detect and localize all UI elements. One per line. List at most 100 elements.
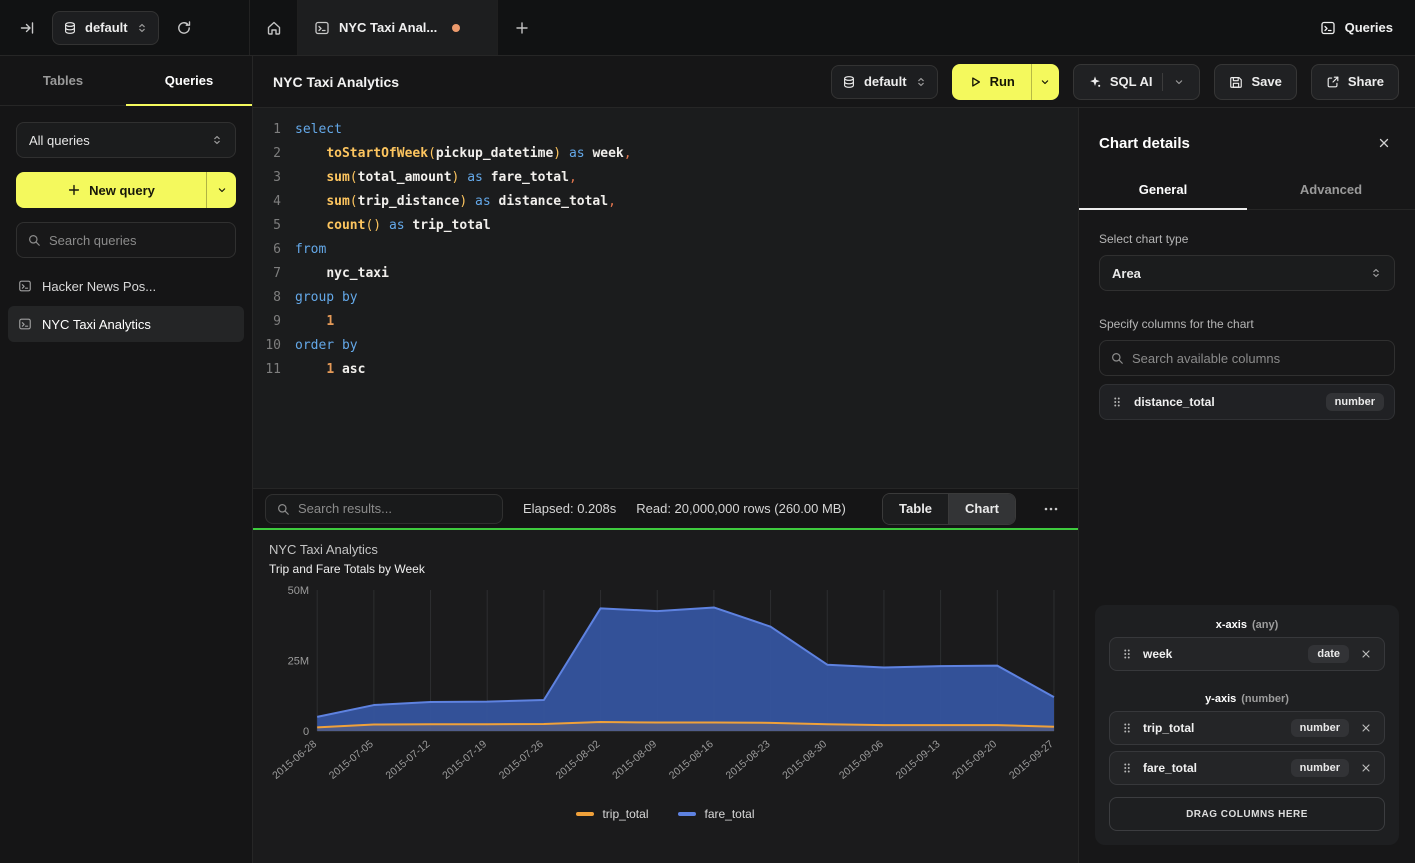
y-axis-item-fare-total[interactable]: fare_total number bbox=[1109, 751, 1385, 785]
new-query-split-button: New query bbox=[16, 172, 236, 208]
svg-text:2015-07-12: 2015-07-12 bbox=[384, 738, 433, 782]
sql-ai-button[interactable]: SQL AI bbox=[1073, 64, 1201, 100]
results-search-input[interactable] bbox=[298, 501, 492, 516]
svg-text:2015-07-26: 2015-07-26 bbox=[497, 738, 546, 782]
share-label: Share bbox=[1348, 74, 1384, 89]
page-title: NYC Taxi Analytics bbox=[273, 74, 399, 90]
updown-chevrons-icon bbox=[136, 22, 148, 34]
query-search bbox=[16, 222, 236, 258]
drag-columns-drop-zone[interactable]: DRAG COLUMNS HERE bbox=[1109, 797, 1385, 831]
header-actions: default Run bbox=[831, 64, 1399, 100]
database-icon bbox=[63, 21, 77, 35]
svg-text:2015-08-02: 2015-08-02 bbox=[554, 738, 603, 782]
query-database-selector[interactable]: default bbox=[831, 65, 938, 99]
query-list-item-hacker-news[interactable]: Hacker News Pos... bbox=[8, 268, 244, 304]
home-tab[interactable] bbox=[250, 0, 298, 55]
remove-column-button[interactable] bbox=[1358, 646, 1374, 662]
legend-item-fare_total[interactable]: fare_total bbox=[678, 807, 754, 821]
drag-handle-icon[interactable] bbox=[1110, 395, 1124, 409]
search-icon bbox=[27, 233, 41, 247]
tab-nyc-taxi-analytics[interactable]: NYC Taxi Anal... bbox=[298, 0, 498, 55]
svg-text:2015-06-28: 2015-06-28 bbox=[270, 738, 319, 782]
run-label: Run bbox=[990, 74, 1015, 89]
topbar-database-selector[interactable]: default bbox=[52, 11, 159, 45]
chevron-down-icon bbox=[216, 184, 228, 196]
chart-details-tabs: General Advanced bbox=[1079, 170, 1415, 210]
elapsed-stat: Elapsed: 0.208s bbox=[523, 501, 616, 516]
query-list-item-nyc-taxi[interactable]: NYC Taxi Analytics bbox=[8, 306, 244, 342]
svg-text:2015-08-09: 2015-08-09 bbox=[610, 738, 659, 782]
svg-text:2015-09-20: 2015-09-20 bbox=[950, 738, 999, 782]
sidebar-content: All queries New query bbox=[0, 106, 252, 266]
sql-ai-label: SQL AI bbox=[1110, 74, 1153, 89]
more-options-button[interactable] bbox=[1036, 494, 1066, 524]
results-search bbox=[265, 494, 503, 524]
column-name: fare_total bbox=[1143, 761, 1282, 775]
svg-text:50M: 50M bbox=[288, 585, 309, 597]
queries-button-label: Queries bbox=[1345, 20, 1393, 35]
results-toolbar: Elapsed: 0.208s Read: 20,000,000 rows (2… bbox=[253, 488, 1078, 528]
tab-general[interactable]: General bbox=[1079, 170, 1247, 209]
drag-handle-icon[interactable] bbox=[1120, 647, 1134, 661]
query-filter-value: All queries bbox=[29, 133, 90, 148]
save-label: Save bbox=[1251, 74, 1281, 89]
view-toggle-chart[interactable]: Chart bbox=[948, 494, 1015, 524]
svg-text:2015-07-19: 2015-07-19 bbox=[440, 738, 489, 782]
save-button[interactable]: Save bbox=[1214, 64, 1296, 100]
columns-search-input[interactable] bbox=[1132, 351, 1384, 366]
share-button[interactable]: Share bbox=[1311, 64, 1399, 100]
drag-handle-icon[interactable] bbox=[1120, 721, 1134, 735]
query-item-label: Hacker News Pos... bbox=[42, 279, 156, 294]
query-filter-select[interactable]: All queries bbox=[16, 122, 236, 158]
sql-editor[interactable]: 1select2 toStartOfWeek(pickup_datetime) … bbox=[253, 108, 1078, 488]
close-panel-button[interactable] bbox=[1373, 132, 1395, 154]
sidebar-tab-queries[interactable]: Queries bbox=[126, 56, 252, 105]
svg-text:25M: 25M bbox=[288, 656, 309, 668]
updown-chevrons-icon bbox=[1370, 267, 1382, 279]
new-query-button[interactable]: New query bbox=[16, 172, 206, 208]
remove-column-button[interactable] bbox=[1358, 720, 1374, 736]
chart-details-title: Chart details bbox=[1099, 135, 1190, 152]
collapse-sidebar-button[interactable] bbox=[12, 13, 42, 43]
new-query-label: New query bbox=[89, 183, 155, 198]
sidebar-tabs: Tables Queries bbox=[0, 56, 252, 106]
queries-button[interactable]: Queries bbox=[1320, 20, 1393, 36]
chart-canvas: 025M50M2015-06-282015-07-052015-07-12201… bbox=[269, 584, 1062, 799]
query-search-input[interactable] bbox=[49, 233, 225, 248]
remove-column-button[interactable] bbox=[1358, 760, 1374, 776]
refresh-button[interactable] bbox=[169, 13, 199, 43]
column-type-badge: number bbox=[1291, 759, 1349, 777]
divider bbox=[1162, 73, 1163, 91]
close-icon bbox=[1360, 648, 1372, 660]
x-axis-item-week[interactable]: week date bbox=[1109, 637, 1385, 671]
view-toggle-table[interactable]: Table bbox=[883, 494, 948, 524]
close-icon bbox=[1377, 136, 1391, 150]
new-tab-button[interactable] bbox=[498, 0, 546, 55]
legend-item-trip_total[interactable]: trip_total bbox=[576, 807, 648, 821]
y-axis-item-trip-total[interactable]: trip_total number bbox=[1109, 711, 1385, 745]
run-dropdown-button[interactable] bbox=[1031, 64, 1059, 100]
drag-handle-icon[interactable] bbox=[1120, 761, 1134, 775]
tabstrip: NYC Taxi Anal... bbox=[250, 0, 1298, 55]
svg-text:2015-08-23: 2015-08-23 bbox=[724, 738, 773, 782]
available-column-distance-total[interactable]: distance_total number bbox=[1099, 384, 1395, 420]
legend-swatch bbox=[576, 812, 594, 816]
plus-icon bbox=[67, 183, 81, 197]
chart-subtitle: Trip and Fare Totals by Week bbox=[269, 562, 1062, 576]
sidebar-tab-tables[interactable]: Tables bbox=[0, 56, 126, 105]
tab-advanced[interactable]: Advanced bbox=[1247, 170, 1415, 209]
chart-details-header: Chart details bbox=[1079, 108, 1415, 170]
svg-text:2015-09-06: 2015-09-06 bbox=[837, 738, 886, 782]
read-stat: Read: 20,000,000 rows (260.00 MB) bbox=[636, 501, 846, 516]
new-query-dropdown-button[interactable] bbox=[206, 172, 236, 208]
column-type-badge: number bbox=[1326, 393, 1384, 411]
run-split-button: Run bbox=[952, 64, 1059, 100]
chart-type-select[interactable]: Area bbox=[1099, 255, 1395, 291]
legend-swatch bbox=[678, 812, 696, 816]
run-button[interactable]: Run bbox=[952, 64, 1031, 100]
query-header: NYC Taxi Analytics default bbox=[253, 56, 1415, 108]
axis-configuration-card: x-axis(any) week date bbox=[1095, 605, 1399, 845]
query-icon bbox=[314, 20, 330, 36]
app: default NYC Taxi Anal... bbox=[0, 0, 1415, 863]
chevron-down-icon bbox=[1039, 76, 1051, 88]
